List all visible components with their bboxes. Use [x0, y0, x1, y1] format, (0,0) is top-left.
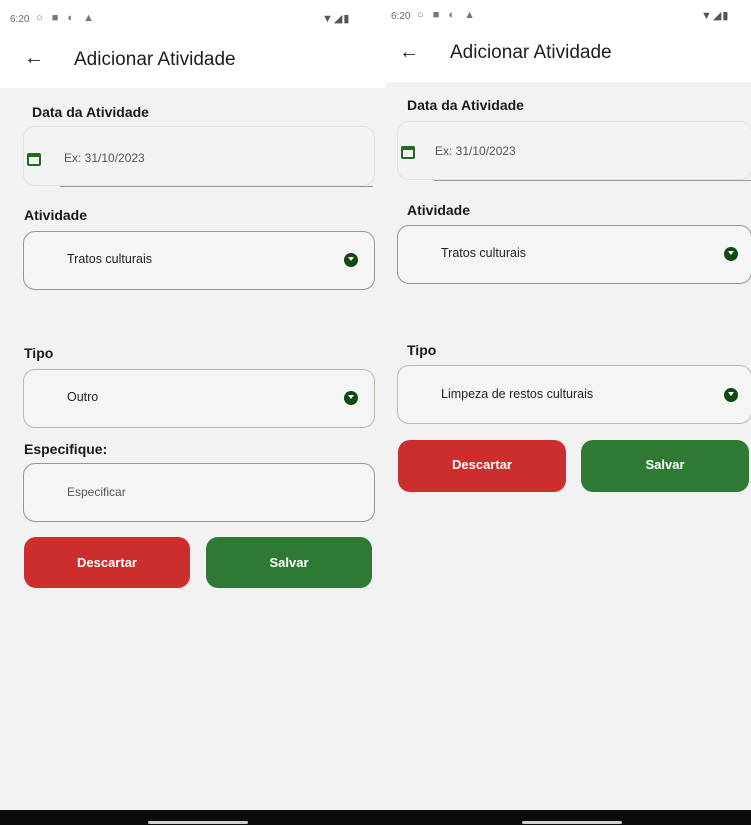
date-placeholder: Ex: 31/10/2023: [435, 144, 516, 158]
save-button[interactable]: Salvar: [206, 537, 372, 588]
type-dropdown[interactable]: Outro: [23, 369, 375, 428]
date-label: Data da Atividade: [32, 104, 149, 120]
date-field[interactable]: Ex: 31/10/2023: [397, 121, 751, 180]
calendar-icon: [401, 146, 415, 159]
date-underline: [60, 186, 373, 187]
back-arrow-icon[interactable]: ←: [24, 47, 44, 70]
activity-value: Tratos culturais: [441, 246, 526, 260]
discard-button[interactable]: Descartar: [24, 537, 190, 588]
save-button[interactable]: Salvar: [581, 440, 749, 492]
activity-label: Atividade: [407, 202, 471, 218]
notification-icons: ○ ■ ◐ ▲: [36, 12, 97, 24]
app-bar: 6:20 ○ ■ ◐ ▲ ▼◢▮ ← Adicionar Atividade: [0, 0, 385, 88]
date-label: Data da Atividade: [407, 97, 524, 113]
date-underline: [434, 180, 751, 181]
page-title: Adicionar Atividade: [450, 42, 612, 63]
type-label: Tipo: [407, 342, 437, 358]
status-time: 6:20: [391, 11, 411, 22]
chevron-down-icon: [344, 391, 358, 405]
status-bar: 6:20 ○ ■ ◐ ▲ ▼◢▮: [0, 0, 385, 34]
specify-placeholder: Especificar: [67, 485, 126, 499]
status-bar: 6:20 ○ ■ ◐ ▲ ▼◢▮: [385, 0, 751, 34]
type-value: Limpeza de restos culturais: [441, 387, 594, 401]
type-dropdown[interactable]: Limpeza de restos culturais: [397, 365, 751, 424]
type-value: Outro: [67, 390, 99, 404]
screen-specify-variant: 6:20 ○ ■ ◐ ▲ ▼◢▮ ← Adicionar Atividade D…: [0, 0, 385, 825]
date-field[interactable]: Ex: 31/10/2023: [23, 126, 375, 186]
home-indicator[interactable]: [148, 821, 248, 824]
chevron-down-icon: [344, 253, 358, 267]
discard-button[interactable]: Descartar: [398, 440, 566, 492]
specify-label: Especifique:: [24, 441, 108, 457]
type-label: Tipo: [24, 345, 54, 361]
home-indicator[interactable]: [522, 821, 622, 824]
chevron-down-icon: [724, 247, 738, 261]
activity-value: Tratos culturais: [67, 252, 152, 266]
activity-label: Atividade: [24, 207, 88, 223]
page-title: Adicionar Atividade: [74, 49, 236, 70]
activity-dropdown[interactable]: Tratos culturais: [23, 231, 375, 290]
chevron-down-icon: [724, 388, 738, 402]
calendar-icon: [27, 153, 41, 166]
screen-type-variant: 6:20 ○ ■ ◐ ▲ ▼◢▮ ← Adicionar Atividade D…: [385, 0, 751, 825]
status-time: 6:20: [10, 14, 30, 25]
activity-dropdown[interactable]: Tratos culturais: [397, 225, 751, 284]
back-arrow-icon[interactable]: ←: [399, 41, 419, 64]
app-bar: 6:20 ○ ■ ◐ ▲ ▼◢▮ ← Adicionar Atividade: [385, 0, 751, 82]
notification-icons: ○ ■ ◐ ▲: [417, 9, 478, 21]
signal-battery-icon: ▼◢▮: [701, 10, 730, 22]
date-placeholder: Ex: 31/10/2023: [64, 151, 145, 165]
signal-battery-icon: ▼◢▮: [322, 13, 351, 25]
navigation-bar: [0, 810, 751, 825]
specify-input[interactable]: Especificar: [23, 463, 375, 522]
